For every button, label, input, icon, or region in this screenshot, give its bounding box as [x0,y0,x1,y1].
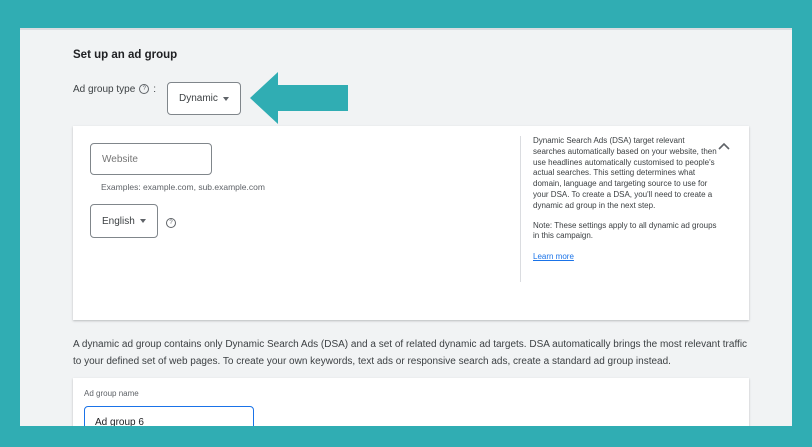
language-dropdown[interactable]: English [90,204,158,238]
page-title: Set up an ad group [73,49,178,61]
ad-group-type-label: Ad group type [73,84,136,95]
learn-more-link[interactable]: Learn more [533,252,718,263]
ad-group-type-row: Ad group type ? : [73,82,156,95]
ad-group-name-label: Ad group name [84,389,139,398]
dsa-settings-card: Examples: example.com, sub.example.com E… [73,126,749,320]
ad-group-setup-screen: Set up an ad group Ad group type ? : Dyn… [20,28,792,426]
language-selected: English [102,215,135,227]
website-input[interactable] [90,143,212,175]
language-help-icon[interactable]: ? [166,218,176,228]
pointer-arrow-icon [250,72,348,124]
website-hint: Examples: example.com, sub.example.com [101,182,265,192]
caret-down-icon [139,219,146,223]
ad-group-name-card: Ad group name [73,378,749,426]
dynamic-ad-group-description: A dynamic ad group contains only Dynamic… [73,339,748,367]
ad-group-type-colon: : [153,84,157,95]
dsa-info-text: Dynamic Search Ads (DSA) target relevant… [533,136,717,210]
ad-group-name-input[interactable] [84,406,254,426]
dsa-info-note: Note: These settings apply to all dynami… [533,220,717,241]
dsa-info-panel: Dynamic Search Ads (DSA) target relevant… [520,136,718,282]
chevron-up-icon[interactable] [718,142,730,150]
ad-group-type-selected: Dynamic [179,93,218,104]
ad-group-type-dropdown[interactable]: Dynamic [167,82,241,115]
help-circle-icon[interactable]: ? [139,84,150,94]
caret-down-icon [222,96,229,101]
